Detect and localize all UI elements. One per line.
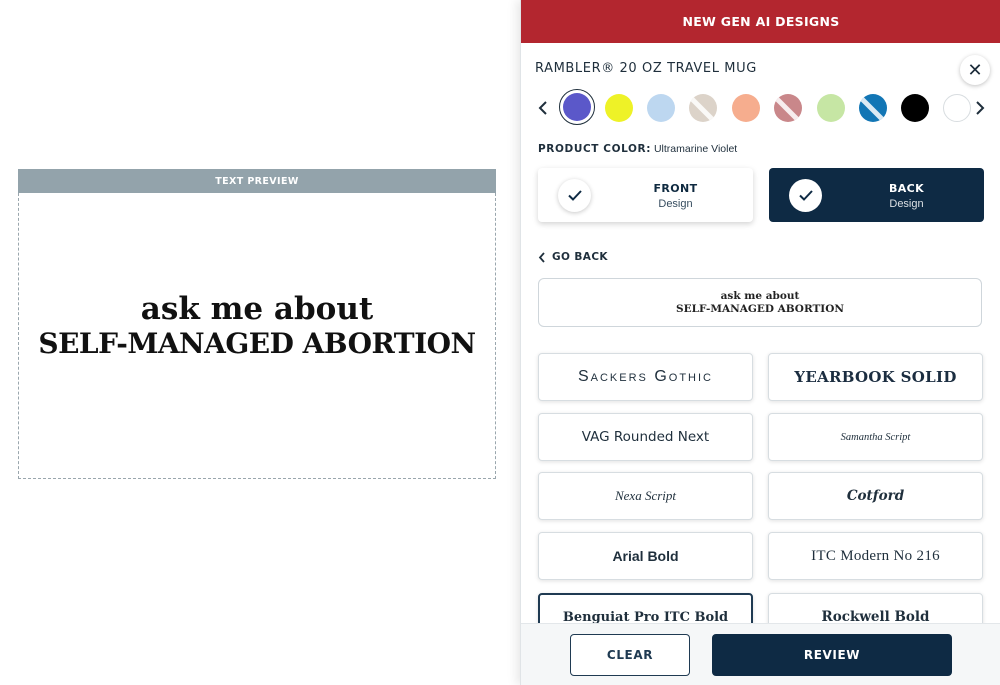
font-option-nexa-script[interactable]: Nexa Script [538, 472, 753, 520]
color-swatch[interactable] [689, 94, 717, 122]
preview-line-2: SELF-MANAGED ABORTION [38, 326, 476, 360]
font-option-sackers-gothic[interactable]: Sackers Gothic [538, 353, 753, 401]
font-option-label: Sackers Gothic [577, 368, 714, 385]
text-preview-card: TEXT PREVIEW ask me about SELF-MANAGED A… [18, 169, 496, 479]
chevron-left-icon [538, 251, 545, 263]
color-swatch[interactable] [817, 94, 845, 122]
panel-banner: NEW GEN AI DESIGNS [521, 0, 1000, 43]
back-design-toggle[interactable]: BACK Design [769, 168, 984, 222]
go-back-link[interactable]: GO BACK [538, 251, 608, 263]
font-option-vag-rounded-next[interactable]: VAG Rounded Next [538, 413, 753, 461]
swatch-next-button[interactable] [970, 94, 990, 122]
text-preview-header: TEXT PREVIEW [18, 169, 496, 193]
product-color-label: PRODUCT COLOR: Ultramarine Violet [538, 143, 737, 155]
chevron-left-icon [538, 101, 547, 115]
color-swatch[interactable] [605, 94, 633, 122]
check-icon [798, 190, 813, 201]
preview-line-1: ask me about [140, 290, 374, 327]
font-option-label: Cotford [846, 488, 905, 504]
font-option-label: Arial Bold [612, 548, 679, 564]
back-check-circle [789, 179, 822, 212]
front-design-toggle[interactable]: FRONT Design [538, 168, 753, 222]
color-swatch[interactable] [943, 94, 971, 122]
text-input-line-2: SELF-MANAGED ABORTION [676, 302, 844, 315]
font-option-label: Nexa Script [614, 488, 676, 503]
color-swatch[interactable] [647, 94, 675, 122]
design-text-input[interactable]: ask me about SELF-MANAGED ABORTION [538, 278, 982, 327]
product-color-key: PRODUCT COLOR: [538, 143, 652, 155]
font-option-label: ITC Modern No 216 [811, 547, 940, 564]
clear-button[interactable]: CLEAR [570, 634, 690, 676]
back-toggle-title: BACK [888, 182, 925, 195]
swatch-prev-button[interactable] [533, 94, 553, 122]
color-swatch[interactable] [563, 93, 591, 121]
font-option-samantha-script[interactable]: Samantha Script [768, 413, 983, 461]
color-swatch[interactable] [901, 94, 929, 122]
product-color-value: Ultramarine Violet [653, 143, 738, 155]
font-option-yearbook-solid[interactable]: YEARBOOK SOLID [768, 353, 983, 401]
go-back-label: GO BACK [552, 251, 608, 263]
font-option-label: VAG Rounded Next [581, 429, 710, 445]
back-toggle-text: BACK Design [829, 182, 984, 210]
font-option-arial-bold[interactable]: Arial Bold [538, 532, 753, 580]
review-button[interactable]: REVIEW [712, 634, 952, 676]
product-title: RAMBLER® 20 OZ TRAVEL MUG [535, 61, 757, 76]
front-toggle-sub: Design [658, 198, 693, 210]
chevron-right-icon [976, 101, 985, 115]
front-check-circle [558, 179, 591, 212]
check-icon [567, 190, 582, 201]
color-swatch-row [521, 88, 1000, 128]
panel-footer: CLEAR REVIEW [521, 623, 1000, 685]
font-option-label: YEARBOOK SOLID [794, 368, 957, 386]
font-option-cotford[interactable]: Cotford [768, 472, 983, 520]
font-option-itc-modern[interactable]: ITC Modern No 216 [768, 532, 983, 580]
design-panel: NEW GEN AI DESIGNS RAMBLER® 20 OZ TRAVEL… [520, 0, 1000, 685]
color-swatch[interactable] [732, 94, 760, 122]
color-swatch[interactable] [859, 94, 887, 122]
close-icon: ✕ [967, 59, 983, 80]
front-toggle-text: FRONT Design [598, 182, 753, 210]
text-input-line-1: ask me about [720, 289, 800, 302]
front-toggle-title: FRONT [653, 182, 698, 195]
back-toggle-sub: Design [889, 198, 924, 210]
close-button[interactable]: ✕ [960, 55, 990, 85]
text-preview-canvas: ask me about SELF-MANAGED ABORTION [18, 193, 496, 479]
font-option-label: Samantha Script [840, 431, 911, 443]
color-swatch[interactable] [774, 94, 802, 122]
